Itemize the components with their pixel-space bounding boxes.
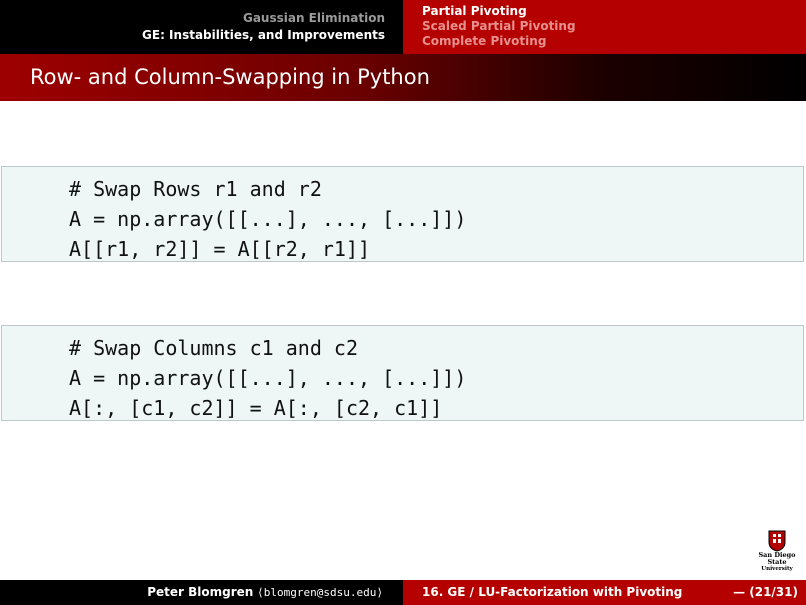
sdsu-logo: San Diego State University xyxy=(748,530,806,573)
code-block-swap-rows: # Swap Rows r1 and r2 A = np.array([[...… xyxy=(1,166,804,262)
footer-page-number: — (21/31) xyxy=(733,585,798,599)
code-line: # Swap Columns c1 and c2 xyxy=(69,336,358,360)
sdsu-shield-icon xyxy=(768,530,786,552)
logo-line-1: San Diego State xyxy=(758,551,796,566)
code-line: A[[r1, r2]] = A[[r2, r1]] xyxy=(69,237,371,261)
code-line: # Swap Rows r1 and r2 xyxy=(69,177,322,201)
footer-email: ⟨blomgren@sdsu.edu⟩ xyxy=(257,586,383,599)
header-nav-panel: Partial Pivoting Scaled Partial Pivoting… xyxy=(403,0,806,54)
nav-item-partial-pivoting[interactable]: Partial Pivoting xyxy=(422,4,806,19)
slide-title-bar: Row- and Column-Swapping in Python xyxy=(0,54,806,101)
subsection-title[interactable]: GE: Instabilities, and Improvements xyxy=(142,28,385,42)
header-left-panel: Gaussian Elimination GE: Instabilities, … xyxy=(0,0,403,54)
code-line: A[:, [c1, c2]] = A[:, [c2, c1]] xyxy=(69,396,443,420)
code-block-swap-columns: # Swap Columns c1 and c2 A = np.array([[… xyxy=(1,325,804,421)
footer-course-title: 16. GE / LU-Factorization with Pivoting xyxy=(422,585,683,599)
code-line: A = np.array([[...], ..., [...]]) xyxy=(69,366,467,390)
code-line: A = np.array([[...], ..., [...]]) xyxy=(69,207,467,231)
footer-right-panel: 16. GE / LU-Factorization with Pivoting … xyxy=(403,580,806,605)
footer-author: Peter Blomgren xyxy=(147,585,254,599)
slide-title: Row- and Column-Swapping in Python xyxy=(30,65,430,89)
nav-item-scaled-partial-pivoting[interactable]: Scaled Partial Pivoting xyxy=(422,19,806,34)
footer-left-panel: Peter Blomgren ⟨blomgren@sdsu.edu⟩ xyxy=(0,580,403,605)
logo-line-2: University xyxy=(761,566,793,572)
nav-item-complete-pivoting[interactable]: Complete Pivoting xyxy=(422,34,806,49)
section-title[interactable]: Gaussian Elimination xyxy=(243,11,385,25)
